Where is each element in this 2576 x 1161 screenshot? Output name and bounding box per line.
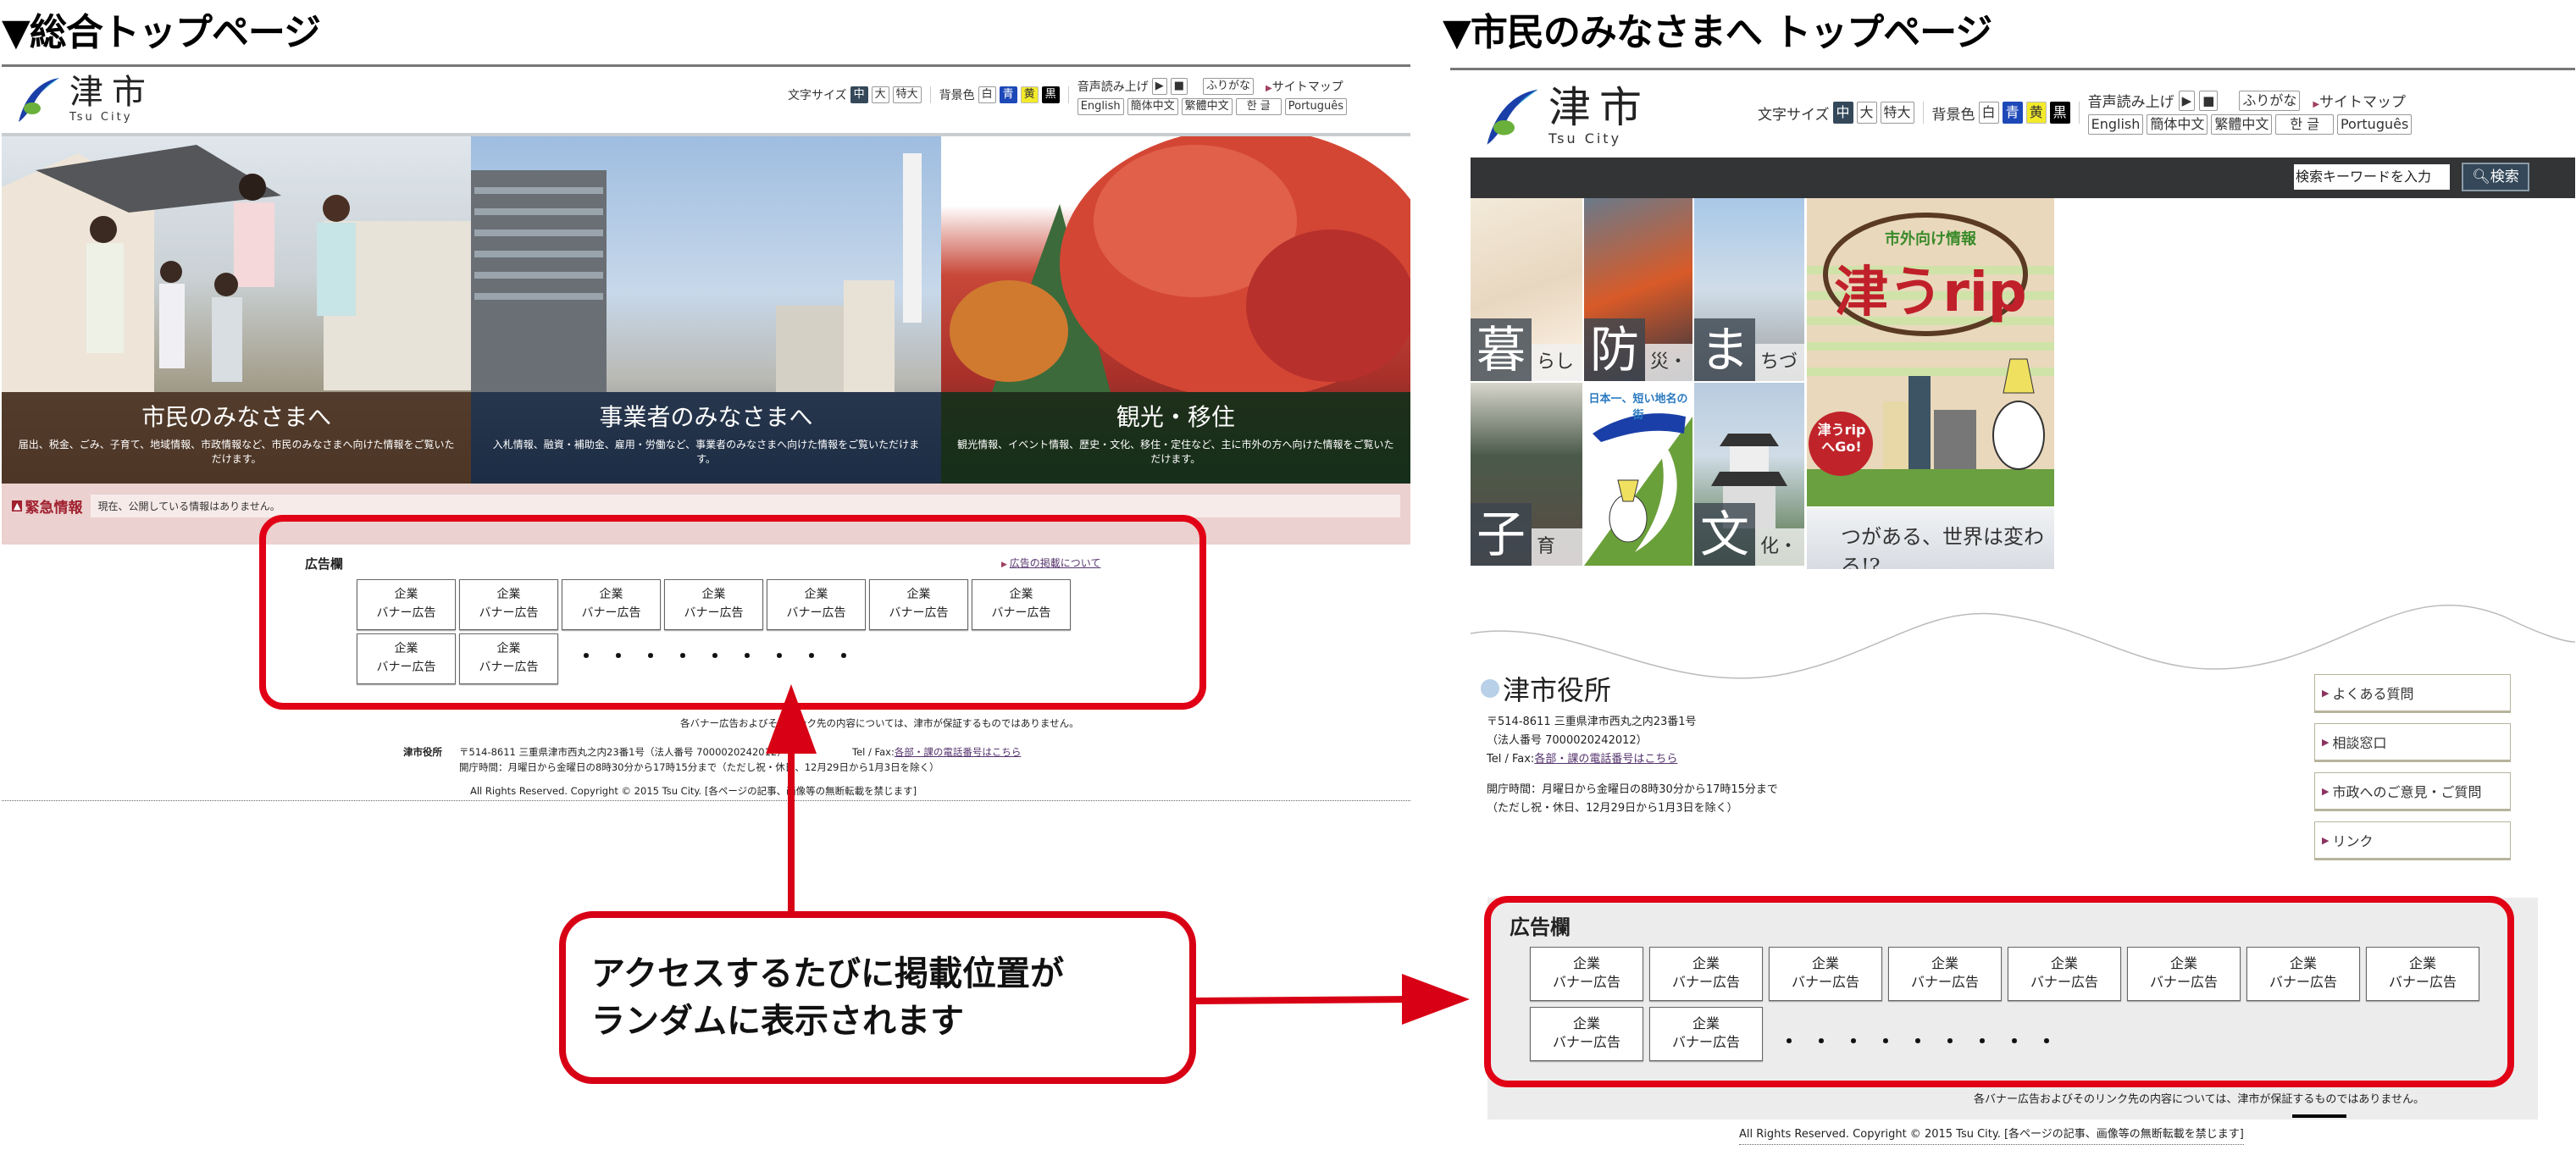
callout-box: アクセスするたびに掲載位置が ランダムに表示されます (559, 911, 1196, 1084)
arrow-up-head-icon (766, 684, 817, 754)
annotation-arrows (766, 684, 1470, 1025)
callout-line2: ランダムに表示されます (591, 1002, 964, 1041)
arrow-right-head-icon (1402, 974, 1470, 1025)
arrow-right-line (1192, 996, 1407, 1004)
callout-line1: アクセスするたびに掲載位置が (591, 954, 1064, 993)
